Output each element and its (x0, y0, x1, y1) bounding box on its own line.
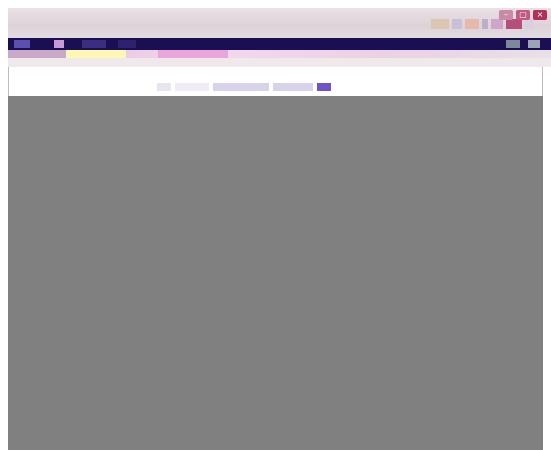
toolbar-segment[interactable] (158, 50, 228, 58)
toolbar-item[interactable] (175, 83, 209, 91)
toolbar-item[interactable] (213, 83, 269, 91)
status-block (431, 19, 449, 29)
maximize-icon[interactable]: ▢ (516, 10, 530, 20)
toolbar-action-button[interactable] (317, 83, 331, 91)
toolbar-segment[interactable] (66, 50, 126, 58)
content-toolbar (157, 82, 331, 92)
status-block (506, 19, 522, 29)
secondary-toolbar (8, 50, 551, 58)
nav-accent (118, 40, 136, 48)
nav-accent (528, 40, 540, 48)
toolbar-segment[interactable] (8, 50, 66, 58)
status-block (465, 19, 479, 29)
status-block (482, 19, 488, 29)
nav-accent (54, 40, 64, 48)
nav-accent (506, 40, 520, 48)
window-controls: – ▢ × (499, 10, 547, 20)
browser-title (0, 0, 551, 8)
status-block (452, 19, 462, 29)
loading-overlay (8, 96, 543, 450)
app-titlebar: – ▢ × (8, 8, 551, 38)
toolbar-item[interactable] (273, 83, 313, 91)
status-block (525, 19, 533, 29)
page: – ▢ × (0, 0, 551, 450)
close-icon[interactable]: × (533, 10, 547, 20)
tab-bar (8, 58, 551, 67)
toolbar-item[interactable] (157, 83, 171, 91)
minimize-icon[interactable]: – (499, 10, 513, 20)
status-block (491, 19, 503, 29)
content-header (13, 67, 538, 83)
nav-accent (82, 40, 106, 48)
main-navbar (8, 38, 551, 50)
nav-accent (14, 40, 30, 48)
